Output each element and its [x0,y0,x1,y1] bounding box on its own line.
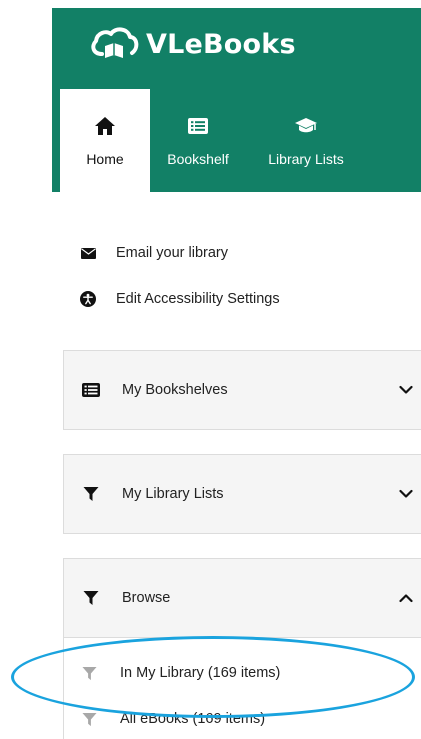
bookshelves-panel-header[interactable]: My Bookshelves [64,351,421,429]
email-library-link[interactable]: Email your library [80,245,228,261]
chevron-up-icon [399,594,413,603]
cloud-book-icon [88,24,140,64]
chevron-down-icon [399,489,413,499]
envelope-icon [80,245,96,261]
main-tabs: Home Bookshelf Library Lists [60,89,366,192]
filter-icon [80,712,98,727]
edit-accessibility-label: Edit Accessibility Settings [116,291,280,307]
tab-library-lists-label: Library Lists [268,151,344,167]
brand-logo[interactable]: VLeBooks [88,24,296,64]
tab-bookshelf[interactable]: Bookshelf [150,89,246,192]
bookshelves-panel: My Bookshelves [63,350,421,430]
email-library-label: Email your library [116,245,228,261]
browse-item-all-ebooks[interactable]: All eBooks (169 items) [64,696,421,739]
list-icon [188,115,208,137]
browse-panel-header[interactable]: Browse [64,559,421,637]
filter-icon [80,666,98,681]
home-icon [94,115,116,137]
accessibility-icon [80,291,96,307]
brand-name: VLeBooks [146,28,296,60]
bookshelves-panel-label: My Bookshelves [122,382,228,398]
browse-panel-label: Browse [122,590,171,606]
list-icon [82,383,100,397]
library-lists-panel-header[interactable]: My Library Lists [64,455,421,533]
tab-home[interactable]: Home [60,89,150,192]
library-lists-panel-label: My Library Lists [122,486,224,502]
page: VLeBooks Home Bookshelf Library Lists Em… [0,0,421,739]
browse-item-label: In My Library (169 items) [120,665,281,681]
browse-item-in-my-library[interactable]: In My Library (169 items) [64,650,421,696]
edit-accessibility-link[interactable]: Edit Accessibility Settings [80,291,280,307]
chevron-down-icon [399,385,413,395]
browse-item-label: All eBooks (169 items) [120,711,266,727]
top-header: VLeBooks Home Bookshelf Library Lists [52,8,421,192]
browse-panel: Browse In My Library (169 items) All eBo… [63,558,421,739]
tab-library-lists[interactable]: Library Lists [246,89,366,192]
browse-panel-body: In My Library (169 items) All eBooks (16… [64,637,421,739]
library-lists-panel: My Library Lists [63,454,421,534]
filter-icon [82,590,100,606]
filter-icon [82,486,100,502]
graduation-cap-icon [294,115,318,137]
tab-bookshelf-label: Bookshelf [167,151,229,167]
tab-home-label: Home [86,151,124,167]
